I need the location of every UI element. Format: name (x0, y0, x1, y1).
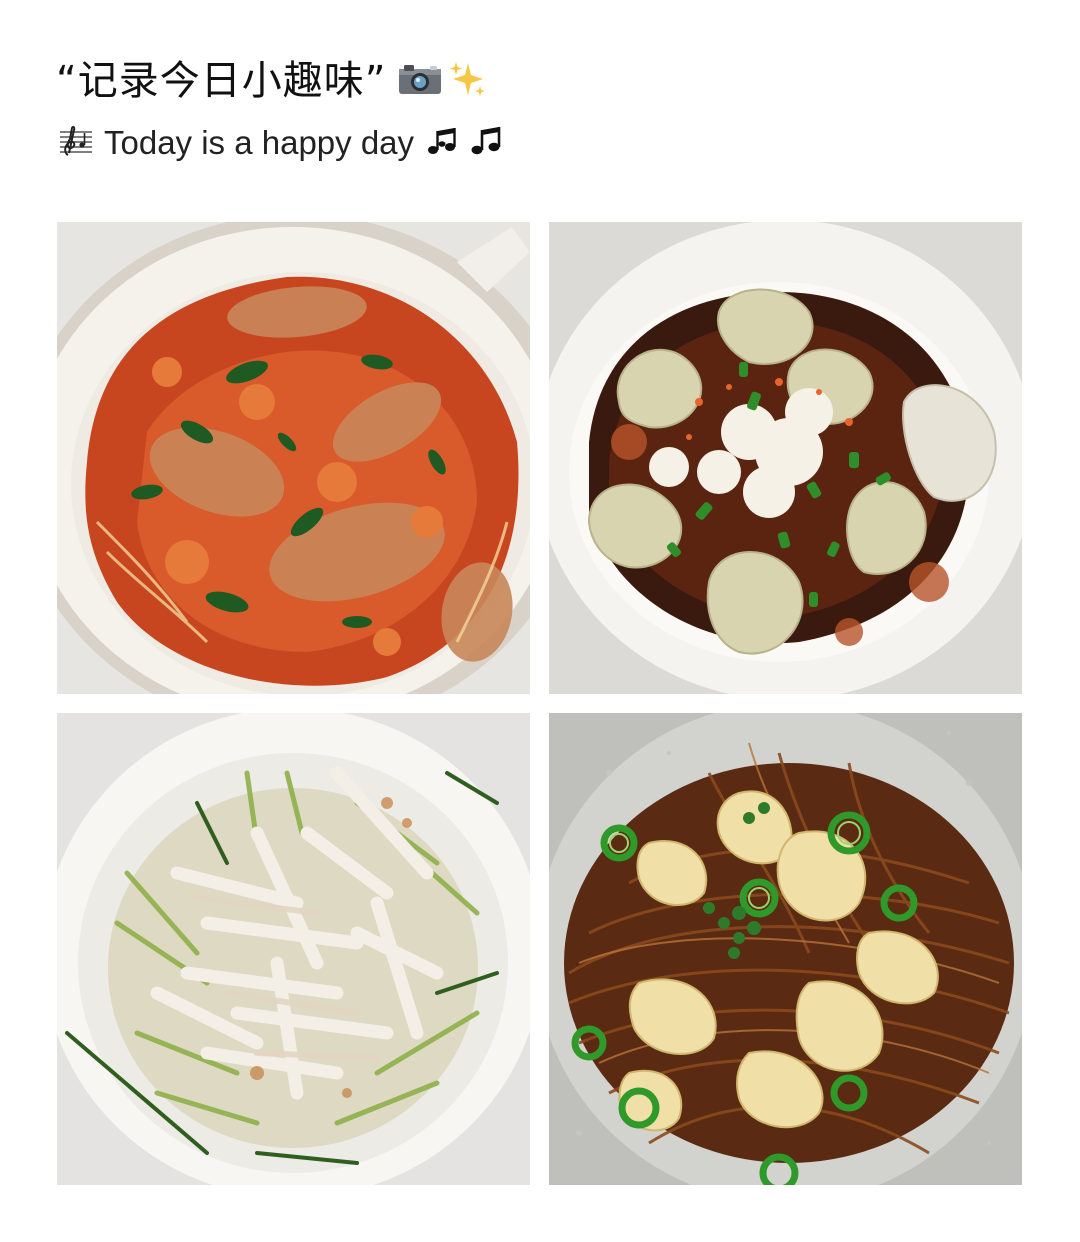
post-header: “记录今日小趣味” Today is a happy day (56, 52, 1024, 168)
music-notes-icon (426, 125, 460, 161)
music-score-icon (58, 125, 94, 161)
abalone-scallion-noodles-photo[interactable] (549, 713, 1022, 1185)
title-line: “记录今日小趣味” (56, 52, 1024, 110)
chili-oil-wontons-photo[interactable] (549, 222, 1022, 694)
sparkles-icon (448, 59, 488, 103)
subtitle-line: Today is a happy day (56, 118, 1024, 168)
post-subtitle: Today is a happy day (104, 124, 415, 161)
post-title: “记录今日小趣味” (56, 58, 387, 104)
music-note-icon (470, 125, 502, 161)
shredded-chicken-cucumber-photo[interactable] (57, 713, 530, 1185)
photo-grid (57, 222, 1023, 1186)
tomato-beef-noodles-photo[interactable] (57, 222, 530, 694)
camera-icon (398, 63, 442, 99)
